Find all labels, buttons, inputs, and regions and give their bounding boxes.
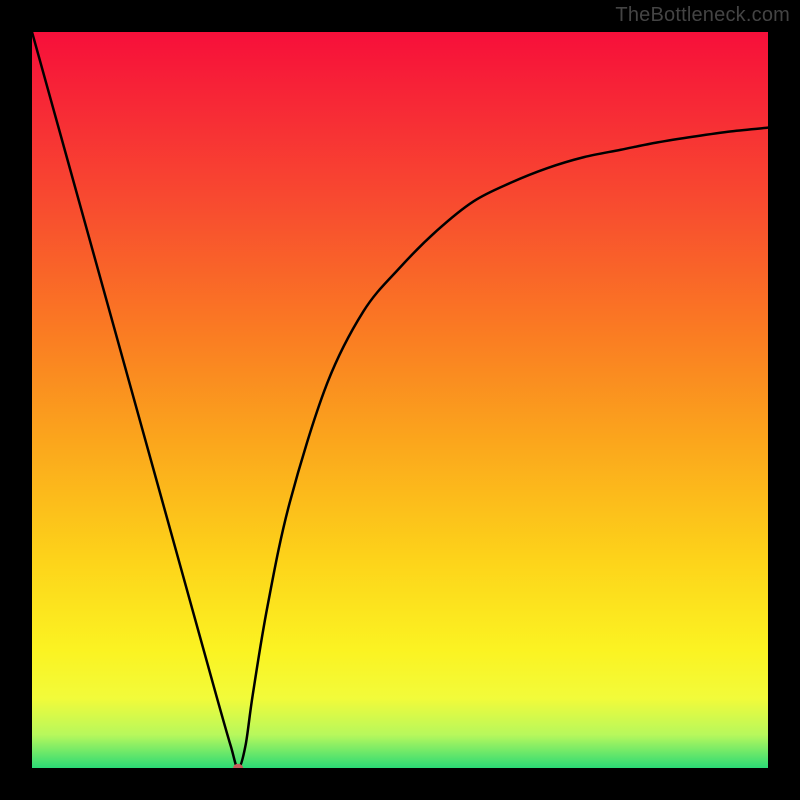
attribution-text: TheBottleneck.com	[615, 4, 790, 27]
chart-plot	[32, 32, 768, 768]
chart-frame: TheBottleneck.com	[0, 0, 800, 800]
